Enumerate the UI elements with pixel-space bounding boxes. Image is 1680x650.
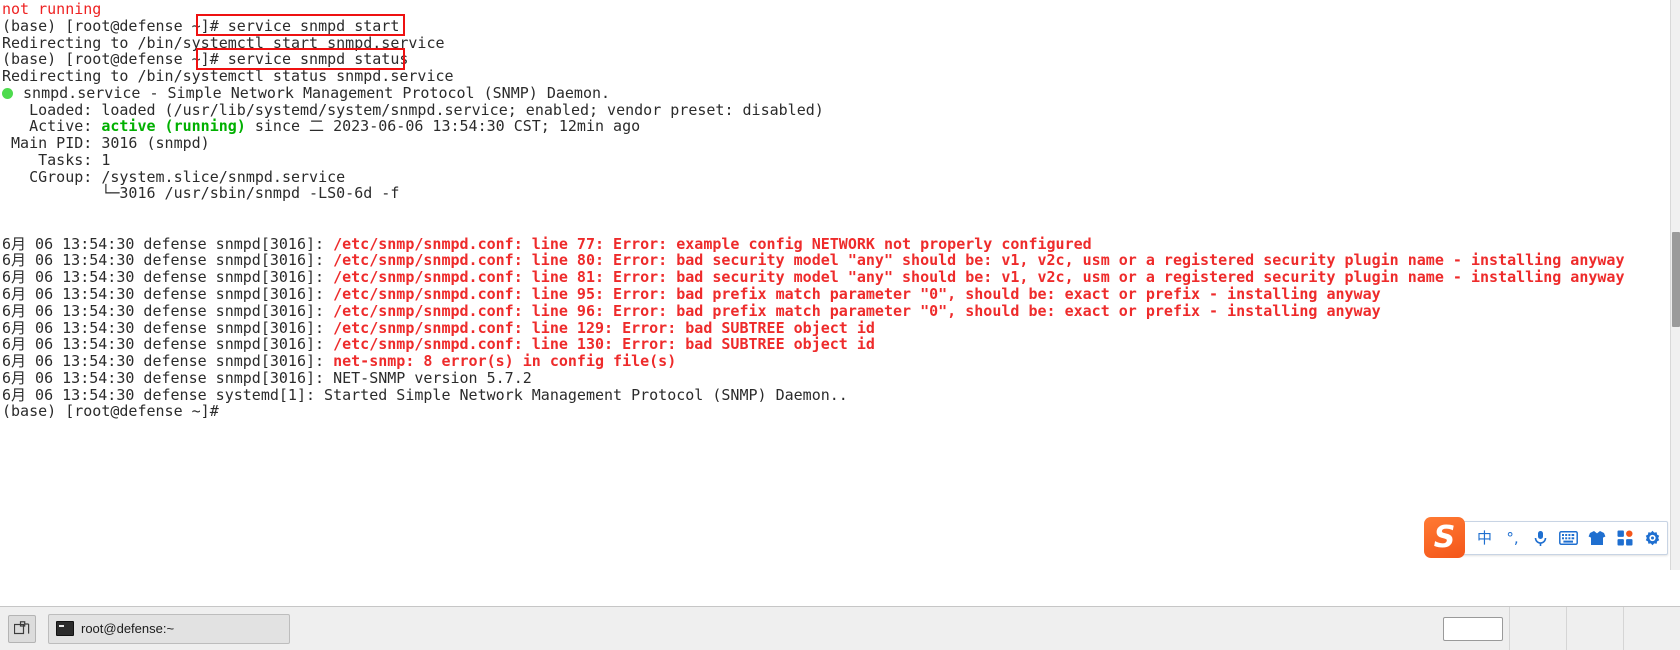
terminal-line: 6月 06 13:54:30 defense snmpd[3016]: /etc…	[2, 335, 875, 354]
terminal-line: Main PID: 3016 (snmpd)	[2, 134, 210, 153]
terminal-line: 6月 06 13:54:30 defense snmpd[3016]: NET-…	[2, 368, 532, 387]
terminal-line: CGroup: /system.slice/snmpd.service	[2, 167, 346, 186]
terminal-line: └─3016 /usr/sbin/snmpd -LS0-6d -f	[2, 184, 400, 203]
terminal-line: 6月 06 13:54:30 defense snmpd[3016]: /etc…	[2, 318, 875, 337]
terminal-line: 6月 06 13:54:30 defense snmpd[3016]: /etc…	[2, 301, 1381, 320]
sogou-logo-icon[interactable]: S	[1424, 517, 1465, 558]
settings-icon[interactable]	[1640, 523, 1665, 553]
terminal-line: 6月 06 13:54:30 defense snmpd[3016]: net-…	[2, 352, 677, 371]
tray-slot-2[interactable]	[1566, 607, 1623, 650]
terminal-line: 6月 06 13:54:30 defense systemd[1]: Start…	[2, 385, 848, 404]
terminal-line: (base) [root@defense ~]# service snmpd s…	[2, 16, 400, 35]
skin-icon[interactable]	[1584, 523, 1609, 553]
keyboard-icon[interactable]	[1556, 523, 1581, 553]
terminal-output: not running (base) [root@defense ~]# serv…	[0, 0, 1624, 420]
terminal-line: Redirecting to /bin/systemctl start snmp…	[2, 33, 445, 52]
terminal-line: Redirecting to /bin/systemctl status snm…	[2, 67, 454, 86]
taskbar-window-button[interactable]: root@defense:~	[48, 613, 290, 644]
tray-slot-3[interactable]	[1623, 607, 1680, 650]
sogou-ime-toolbar[interactable]: S 中 °,	[1424, 517, 1668, 558]
terminal-line: Loaded: loaded (/usr/lib/systemd/system/…	[2, 100, 824, 119]
punctuation-mode-icon[interactable]: °,	[1500, 523, 1525, 553]
chinese-mode-icon[interactable]: 中	[1472, 523, 1497, 553]
terminal-line: Active: active (running) since 二 2023-06…	[2, 117, 641, 136]
terminal-line: Tasks: 1	[2, 150, 111, 169]
scrollbar-thumb[interactable]	[1672, 232, 1680, 327]
terminal-line: snmpd.service - Simple Network Managemen…	[2, 84, 1624, 102]
taskbar[interactable]: root@defense:~	[0, 606, 1680, 650]
taskbar-window-label: root@defense:~	[81, 621, 175, 636]
tray-input-field[interactable]	[1443, 616, 1503, 641]
tray-slot-1[interactable]	[1509, 607, 1566, 650]
terminal-line: (base) [root@defense ~]#	[2, 402, 228, 421]
terminal-window[interactable]: not running (base) [root@defense ~]# serv…	[0, 0, 1680, 570]
taskbar-tray	[1443, 607, 1680, 650]
toolbox-icon[interactable]	[1612, 523, 1637, 553]
terminal-line: 6月 06 13:54:30 defense snmpd[3016]: /etc…	[2, 251, 1625, 270]
terminal-line: (base) [root@defense ~]# service snmpd s…	[2, 50, 409, 69]
terminal-icon	[56, 621, 74, 636]
terminal-line: 6月 06 13:54:30 defense snmpd[3016]: /etc…	[2, 285, 1381, 304]
show-desktop-icon[interactable]	[8, 614, 36, 643]
terminal-line: not running	[2, 0, 102, 18]
microphone-icon[interactable]	[1528, 523, 1553, 553]
service-active-dot-icon	[2, 87, 13, 99]
terminal-scrollbar[interactable]	[1670, 0, 1680, 570]
terminal-line: 6月 06 13:54:30 defense snmpd[3016]: /etc…	[2, 234, 1092, 253]
terminal-line: 6月 06 13:54:30 defense snmpd[3016]: /etc…	[2, 268, 1625, 287]
